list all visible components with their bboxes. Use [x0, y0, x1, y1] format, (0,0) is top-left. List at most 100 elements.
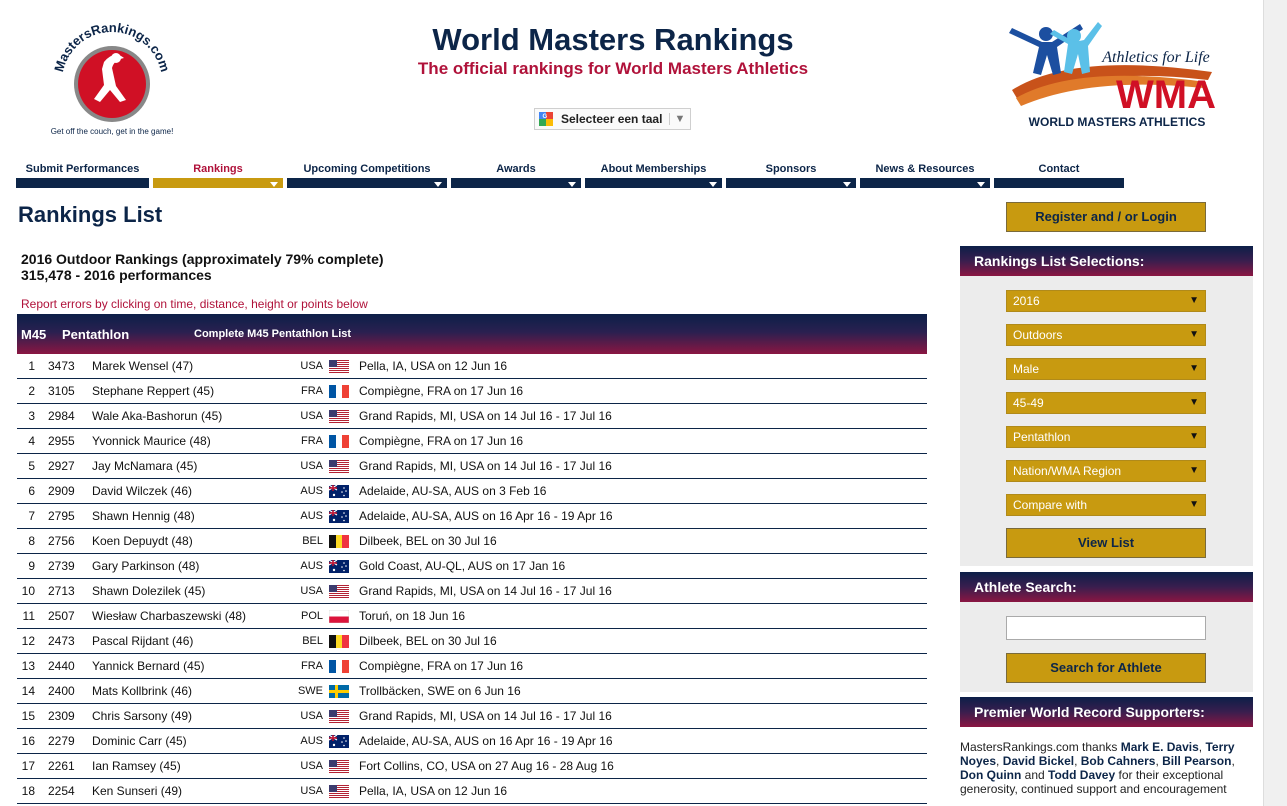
compare-select[interactable]: Compare with ▼	[1006, 494, 1206, 516]
usa-flag-icon	[329, 760, 349, 773]
nav-upcoming-competitions[interactable]: Upcoming Competitions	[287, 160, 447, 188]
register-login-button[interactable]: Register and / or Login	[1006, 202, 1206, 232]
logo-left-tagline: Get off the couch, get in the game!	[51, 127, 174, 136]
page-scrollbar[interactable]	[1263, 0, 1287, 806]
region-select[interactable]: Nation/WMA Region ▼	[1006, 460, 1206, 482]
mark-link[interactable]: 2795	[48, 509, 75, 523]
athlete-link[interactable]: Shawn Dolezilek (45)	[92, 584, 205, 598]
athlete-link[interactable]: Yannick Bernard (45)	[92, 659, 205, 673]
mark-link[interactable]: 3105	[48, 384, 75, 398]
gender-select[interactable]: Male ▼	[1006, 358, 1206, 380]
mark-link[interactable]: 2473	[48, 634, 75, 648]
view-list-button[interactable]: View List	[1006, 528, 1206, 558]
mark-link[interactable]: 2261	[48, 759, 75, 773]
nav-contact[interactable]: Contact	[994, 160, 1124, 188]
wma-name: WORLD MASTERS ATHLETICS	[1029, 115, 1206, 129]
complete-list-link[interactable]: Complete M45 Pentathlon List	[194, 328, 351, 340]
search-athlete-button[interactable]: Search for Athlete	[1006, 653, 1206, 683]
chevron-down-icon	[843, 182, 851, 187]
mark-link[interactable]: 2909	[48, 484, 75, 498]
summary-line-1: 2016 Outdoor Rankings (approximately 79%…	[21, 251, 384, 267]
rank-cell: 5	[28, 459, 35, 473]
nav-submit-performances[interactable]: Submit Performances	[16, 160, 149, 188]
athlete-link[interactable]: Dominic Carr (45)	[92, 734, 187, 748]
age-group-select[interactable]: 45-49 ▼	[1006, 392, 1206, 414]
athlete-link[interactable]: Ian Ramsey (45)	[92, 759, 181, 773]
athlete-link[interactable]: Stephane Reppert (45)	[92, 384, 214, 398]
mark-link[interactable]: 2739	[48, 559, 75, 573]
pol-flag-icon	[328, 609, 350, 624]
nav-bar	[994, 178, 1124, 188]
nav-rankings[interactable]: Rankings	[153, 160, 283, 188]
rankings-table: 1 3473 Marek Wensel (47) USA Pella, IA, USA …	[17, 354, 927, 804]
dropdown-arrow-icon: ▼	[669, 113, 690, 125]
athlete-link[interactable]: David Wilczek (46)	[92, 484, 192, 498]
mark-link[interactable]: 2440	[48, 659, 75, 673]
athlete-link[interactable]: Ken Sunseri (49)	[92, 784, 182, 798]
mastersrankings-logo[interactable]: MastersRankings.com Get off the couch, g…	[46, 14, 178, 138]
wma-logo[interactable]: Athletics for Life WMA WORLD MASTERS ATH…	[1006, 16, 1228, 134]
athlete-link[interactable]: Mats Kollbrink (46)	[92, 684, 192, 698]
year-select[interactable]: 2016 ▼	[1006, 290, 1206, 312]
language-select[interactable]: G Selecteer een taal ▼	[534, 108, 691, 130]
select-value: Compare with	[1013, 498, 1088, 512]
table-row: 7 2795 Shawn Hennig (48) AUS Adelaide, AU-SA…	[17, 504, 927, 529]
mark-link[interactable]: 2400	[48, 684, 75, 698]
nav-sponsors[interactable]: Sponsors	[726, 160, 856, 188]
nav-news-resources[interactable]: News & Resources	[860, 160, 990, 188]
athlete-link[interactable]: Pascal Rijdant (46)	[92, 634, 193, 648]
athlete-link[interactable]: Wiesław Charbaszewski (48)	[92, 609, 246, 623]
venue-text: Gold Coast, AU-QL, AUS on 17 Jan 16	[359, 559, 566, 573]
athlete-link[interactable]: Gary Parkinson (48)	[92, 559, 199, 573]
mark-link[interactable]: 2756	[48, 534, 75, 548]
dropdown-arrow-icon: ▼	[1189, 397, 1199, 408]
swe-flag-icon	[329, 685, 349, 698]
venue-text: Grand Rapids, MI, USA on 14 Jul 16 - 17 …	[359, 409, 612, 423]
nav-label: Contact	[1038, 163, 1080, 175]
supporter-name: Todd Davey	[1048, 768, 1116, 782]
nav-bar	[287, 178, 447, 188]
season-select[interactable]: Outdoors ▼	[1006, 324, 1206, 346]
table-row: 13 2440 Yannick Bernard (45) FRA Compiègne, …	[17, 654, 927, 679]
mark-link[interactable]: 2713	[48, 584, 75, 598]
mark-link[interactable]: 3473	[48, 359, 75, 373]
nav-bar	[726, 178, 856, 188]
site-subtitle: The official rankings for World Masters …	[417, 59, 809, 78]
athlete-link[interactable]: Marek Wensel (47)	[92, 359, 193, 373]
rank-cell: 14	[21, 684, 35, 698]
mark-link[interactable]: 2927	[48, 459, 75, 473]
aus-flag-icon	[328, 734, 349, 748]
select-value: 45-49	[1013, 396, 1044, 410]
event-select[interactable]: Pentathlon ▼	[1006, 426, 1206, 448]
usa-flag-icon	[329, 710, 349, 723]
nav-label: Upcoming Competitions	[303, 163, 431, 175]
nav-about-memberships[interactable]: About Memberships	[585, 160, 722, 188]
usa-flag-icon	[329, 585, 349, 598]
dropdown-arrow-icon: ▼	[1189, 499, 1199, 510]
select-value: Nation/WMA Region	[1013, 464, 1122, 478]
mark-link[interactable]: 2279	[48, 734, 75, 748]
mark-link[interactable]: 2254	[48, 784, 75, 798]
rankings-summary: 2016 Outdoor Rankings (approximately 79%…	[21, 251, 384, 283]
rank-cell: 6	[28, 484, 35, 498]
athlete-link[interactable]: Jay McNamara (45)	[92, 459, 197, 473]
venue-text: Trollbäcken, SWE on 6 Jun 16	[359, 684, 521, 698]
table-row: 12 2473 Pascal Rijdant (46) BEL Dilbeek, BEL…	[17, 629, 927, 654]
athlete-link[interactable]: Chris Sarsony (49)	[92, 709, 192, 723]
athlete-link[interactable]: Wale Aka-Bashorun (45)	[92, 409, 222, 423]
mark-link[interactable]: 2507	[48, 609, 75, 623]
select-value: Male	[1013, 362, 1040, 376]
athlete-search-input[interactable]	[1006, 616, 1206, 640]
nation-code: USA	[300, 460, 323, 472]
nation-code: AUS	[300, 735, 323, 747]
mark-link[interactable]: 2955	[48, 434, 75, 448]
athlete-link[interactable]: Shawn Hennig (48)	[92, 509, 195, 523]
nav-awards[interactable]: Awards	[451, 160, 581, 188]
rank-cell: 4	[28, 434, 35, 448]
athlete-link[interactable]: Koen Depuydt (48)	[92, 534, 193, 548]
mark-link[interactable]: 2984	[48, 409, 75, 423]
athlete-link[interactable]: Yvonnick Maurice (48)	[92, 434, 211, 448]
venue-text: Grand Rapids, MI, USA on 14 Jul 16 - 17 …	[359, 709, 612, 723]
mark-link[interactable]: 2309	[48, 709, 75, 723]
supporters-heading: Premier World Record Supporters:	[960, 697, 1253, 727]
